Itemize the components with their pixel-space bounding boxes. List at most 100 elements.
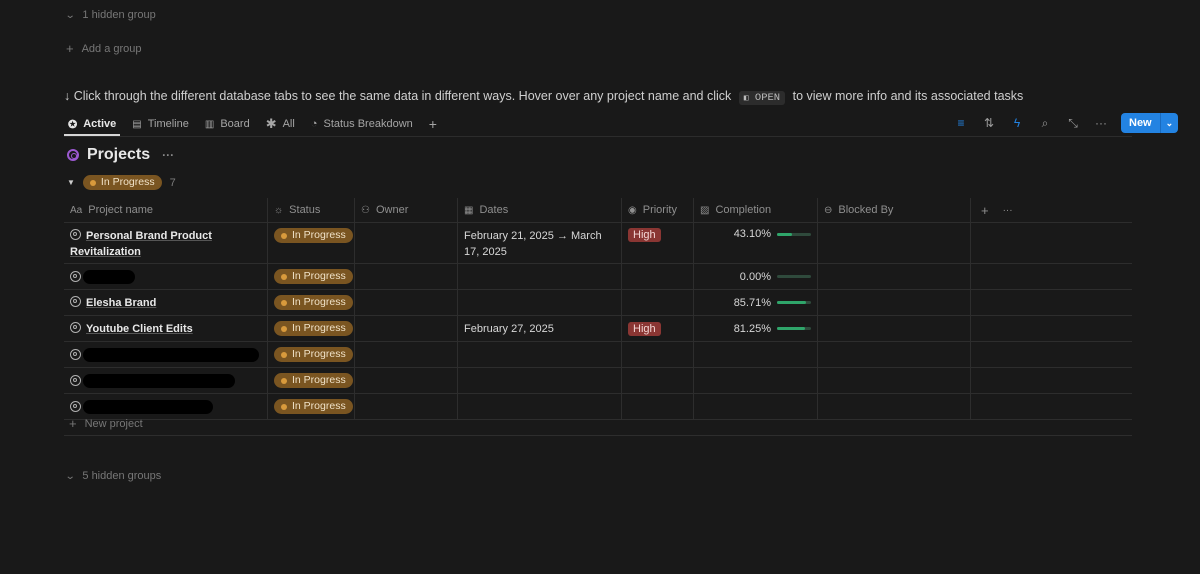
cell-project-name[interactable] <box>64 342 268 367</box>
table-row[interactable]: Youtube Client Edits In Progress Februar… <box>64 316 1132 342</box>
tab-active[interactable]: ✪ Active <box>68 118 116 131</box>
column-header-blocked-by[interactable]: ⊖ Blocked By <box>818 198 971 222</box>
cell-status[interactable]: In Progress <box>268 264 355 289</box>
cell-project-name[interactable]: Elesha Brand <box>64 290 268 315</box>
cell-priority[interactable]: High <box>622 316 694 341</box>
hidden-group-toggle[interactable]: ⌄ 1 hidden group <box>65 9 156 21</box>
table-row[interactable]: In Progress <box>64 342 1132 368</box>
chevron-down-icon[interactable]: ⌄ <box>1159 113 1179 133</box>
cell-blocked-by[interactable] <box>818 223 971 263</box>
cell-priority[interactable] <box>622 342 694 367</box>
column-label: Project name <box>88 204 154 216</box>
cell-status[interactable]: In Progress <box>268 316 355 341</box>
cell-empty <box>971 290 1132 315</box>
cell-priority[interactable] <box>622 264 694 289</box>
group-count: 7 <box>169 176 176 189</box>
add-view-button[interactable]: + <box>429 116 437 132</box>
completion: 0.00% <box>700 271 811 283</box>
column-label: Dates <box>479 204 509 216</box>
status-badge: In Progress <box>274 373 353 388</box>
cell-completion: 85.71% <box>694 290 818 315</box>
cell-project-name[interactable]: Youtube Client Edits <box>64 316 268 341</box>
status-badge: In Progress <box>274 321 353 336</box>
cell-status[interactable]: In Progress <box>268 368 355 393</box>
more-icon[interactable]: ··· <box>1003 205 1013 216</box>
table-row[interactable]: Personal Brand Product Revitalization In… <box>64 223 1132 264</box>
cell-owner[interactable] <box>355 342 458 367</box>
sort-icon[interactable]: ⇅ <box>981 116 997 130</box>
cell-status[interactable]: In Progress <box>268 223 355 263</box>
table-row[interactable]: Elesha Brand In Progress 85.71% <box>64 290 1132 316</box>
calendar-icon: ▦ <box>464 204 474 216</box>
cell-owner[interactable] <box>355 316 458 341</box>
cell-priority[interactable] <box>622 290 694 315</box>
project-name[interactable]: Youtube Client Edits <box>70 321 193 337</box>
cell-dates[interactable] <box>458 342 622 367</box>
tab-status-breakdown[interactable]: ◔ Status Breakdown <box>311 118 413 130</box>
cell-blocked-by[interactable] <box>818 368 971 393</box>
filter-icon[interactable]: ≡ <box>953 116 969 130</box>
page-title: Projects <box>87 146 151 163</box>
project-name[interactable]: Elesha Brand <box>70 295 156 311</box>
more-icon[interactable]: ··· <box>162 148 174 162</box>
cell-blocked-by[interactable] <box>818 316 971 341</box>
table-row[interactable]: In Progress 0.00% <box>64 264 1132 290</box>
column-header-dates[interactable]: ▦ Dates <box>458 198 622 222</box>
cell-blocked-by[interactable] <box>818 264 971 289</box>
completion: 43.10% <box>700 228 811 240</box>
triangle-down-icon[interactable]: ▼ <box>67 178 75 187</box>
tab-all[interactable]: ✱ All <box>266 116 295 132</box>
new-project-button[interactable]: + New project <box>64 412 1132 436</box>
cell-project-name[interactable] <box>64 264 268 289</box>
cell-status[interactable]: In Progress <box>268 342 355 367</box>
cell-owner[interactable] <box>355 368 458 393</box>
board-icon: ▥ <box>204 118 215 130</box>
completion: 85.71% <box>700 297 811 309</box>
cell-blocked-by[interactable] <box>818 290 971 315</box>
cell-dates[interactable] <box>458 368 622 393</box>
cell-blocked-by[interactable] <box>818 342 971 367</box>
redacted-name <box>83 269 135 284</box>
cell-owner[interactable] <box>355 264 458 289</box>
hidden-groups-toggle[interactable]: ⌄ 5 hidden groups <box>65 470 162 482</box>
cell-completion: 81.25% <box>694 316 818 341</box>
cell-status[interactable]: In Progress <box>268 290 355 315</box>
add-group-label: Add a group <box>81 42 142 55</box>
column-header-priority[interactable]: ◉ Priority <box>622 198 694 222</box>
cell-owner[interactable] <box>355 223 458 263</box>
cell-dates[interactable] <box>458 264 622 289</box>
project-name[interactable]: Personal Brand Product Revitalization <box>70 228 261 260</box>
group-header[interactable]: ▼ In Progress 7 <box>67 175 176 190</box>
cell-dates[interactable]: February 21, 2025 → March 17, 2025 <box>458 223 622 263</box>
automation-icon[interactable]: ϟ <box>1009 116 1025 130</box>
new-button[interactable]: New ⌄ <box>1121 113 1179 133</box>
hidden-groups-label: 5 hidden groups <box>82 470 162 482</box>
table-row[interactable]: In Progress <box>64 368 1132 394</box>
cell-project-name[interactable] <box>64 368 268 393</box>
cell-dates[interactable]: February 27, 2025 <box>458 316 622 341</box>
column-header-status[interactable]: ☼ Status <box>268 198 355 222</box>
search-icon[interactable]: ⌕ <box>1037 116 1053 131</box>
cell-owner[interactable] <box>355 290 458 315</box>
tab-board[interactable]: ▥ Board <box>205 118 250 130</box>
column-header-completion[interactable]: ▨ Completion <box>694 198 818 222</box>
tab-timeline[interactable]: ▤ Timeline <box>132 118 189 130</box>
tab-label: All <box>282 118 295 130</box>
cell-empty <box>971 264 1132 289</box>
column-header-owner[interactable]: ⚇ Owner <box>355 198 458 222</box>
more-icon[interactable]: ··· <box>1093 116 1109 130</box>
plus-icon: + <box>66 41 74 56</box>
add-group-button[interactable]: + Add a group <box>66 41 142 56</box>
redacted-name <box>83 373 235 388</box>
table-header: Aa Project name ☼ Status ⚇ Owner ▦ Dates ◉ Pr… <box>64 198 1132 223</box>
progress-fill <box>777 232 792 236</box>
add-property-icon[interactable]: + <box>981 203 989 218</box>
column-header-project-name[interactable]: Aa Project name <box>64 198 268 222</box>
cell-project-name[interactable]: Personal Brand Product Revitalization <box>64 223 268 263</box>
cell-dates[interactable] <box>458 290 622 315</box>
cell-priority[interactable] <box>622 368 694 393</box>
expand-icon[interactable]: ⤡ <box>1065 116 1081 131</box>
database-title: Projects ··· <box>67 146 174 164</box>
group-status-badge: In Progress <box>82 175 162 190</box>
cell-priority[interactable]: High <box>622 223 694 263</box>
